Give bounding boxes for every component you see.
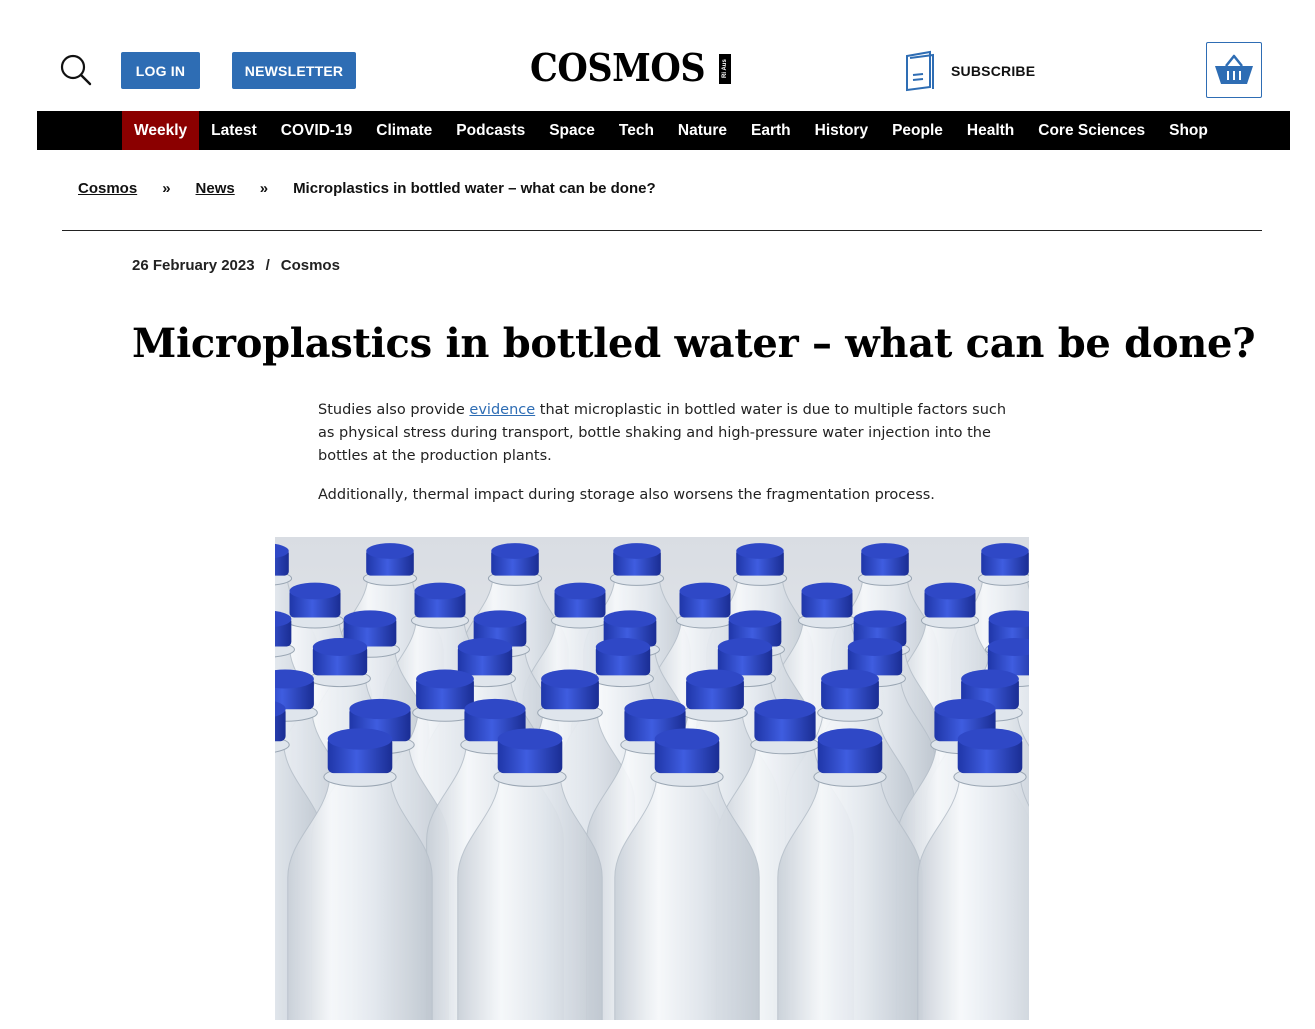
nav-item-history[interactable]: History [803,111,880,150]
bottle-cap-top [457,638,513,656]
cart-button[interactable] [1206,42,1262,98]
bottle-cap-top [613,543,661,559]
nav-item-core-sciences[interactable]: Core Sciences [1026,111,1157,150]
nav-item-nature[interactable]: Nature [666,111,739,150]
bottle-cap-top [414,582,466,600]
bottle-cap-top [366,543,414,559]
bottle-cap-top [554,582,606,600]
breadcrumb: Cosmos » News » Microplastics in bottled… [78,177,656,199]
article-paragraph: Additionally, thermal impact during stor… [318,487,935,503]
breadcrumb-current: Microplastics in bottled water – what ca… [293,179,656,197]
bottle-cap-top [327,728,393,750]
bottle-cap-top [349,698,411,720]
bottle-cap-top [416,669,474,689]
logo-text: COSMOS [530,45,706,90]
subscribe-label: SUBSCRIBE [951,63,1036,79]
nav-item-space[interactable]: Space [537,111,607,150]
bottle-cap-top [736,543,784,559]
nav-item-earth[interactable]: Earth [739,111,803,150]
breadcrumb-separator: » [162,179,171,197]
login-button[interactable]: LOG IN [121,52,200,89]
bottle-cap-top [541,669,599,689]
article-paragraph: Studies also provide evidence that micro… [318,399,1018,468]
article-title: Microplastics in bottled water – what ca… [132,320,1256,367]
bottle-cap-top [861,543,909,559]
bottle-cap-top [728,610,782,628]
bottle-cap-top [853,610,907,628]
search-icon[interactable] [58,52,94,88]
newsletter-button[interactable]: NEWSLETTER [232,52,356,89]
magazine-icon [906,50,934,92]
bottle-cap-top [957,728,1023,750]
bottle-cap-top [654,728,720,750]
nav-item-tech[interactable]: Tech [607,111,666,150]
bottle-cap-top [981,543,1029,559]
bottle-cap-top [686,669,744,689]
bottle-cap-top [595,638,651,656]
bottle-cap-top [603,610,657,628]
bottle-cap-top [847,638,903,656]
breadcrumb-news-link[interactable]: News [196,180,235,197]
bottle-cap-top [289,582,341,600]
subscribe-link[interactable]: SUBSCRIBE [904,50,1035,92]
nav-item-covid-19[interactable]: COVID-19 [269,111,365,150]
bottle-cap-top [473,610,527,628]
breadcrumb-separator: » [259,179,269,197]
site-header: LOG IN NEWSLETTER COSMOS Ri Aus SUBSCRIB… [0,0,1315,110]
nav-item-people[interactable]: People [880,111,955,150]
bottle-cap-top [934,698,996,720]
article-image-bottles [275,537,1029,1020]
bottle-cap-top [821,669,879,689]
article-author-link[interactable]: Cosmos [281,257,340,274]
bottle-cap-top [624,698,686,720]
bottle-cap-top [679,582,731,600]
nav-item-health[interactable]: Health [955,111,1026,150]
basket-icon [1215,54,1253,84]
nav-item-shop[interactable]: Shop [1157,111,1220,150]
paragraph-text: Studies also provide [318,402,470,418]
evidence-link[interactable]: evidence [469,402,535,418]
bottle-cap-top [312,638,368,656]
bottle-cap-top [717,638,773,656]
bottle-cap-top [961,669,1019,689]
bottle-cap-top [343,610,397,628]
bottle-cap-top [491,543,539,559]
bottle-cap-top [817,728,883,750]
site-logo[interactable]: COSMOS Ri Aus [530,45,731,90]
bottle-cap-top [464,698,526,720]
article-date: 26 February 2023 [132,257,255,274]
nav-item-climate[interactable]: Climate [364,111,444,150]
bottle-cap-top [497,728,563,750]
nav-item-weekly[interactable]: Weekly [122,111,200,150]
main-nav: Weekly Latest COVID-19 Climate Podcasts … [37,111,1290,150]
article-meta: 26 February 2023 / Cosmos [132,257,340,274]
meta-separator: / [265,257,270,274]
bottle-cap-top [801,582,853,600]
bottle-cap-top [754,698,816,720]
bottle-cap-top [924,582,976,600]
header-divider [62,230,1262,231]
breadcrumb-home-link[interactable]: Cosmos [78,180,137,197]
logo-badge: Ri Aus [719,54,731,84]
nav-item-latest[interactable]: Latest [199,111,269,150]
nav-item-podcasts[interactable]: Podcasts [444,111,537,150]
